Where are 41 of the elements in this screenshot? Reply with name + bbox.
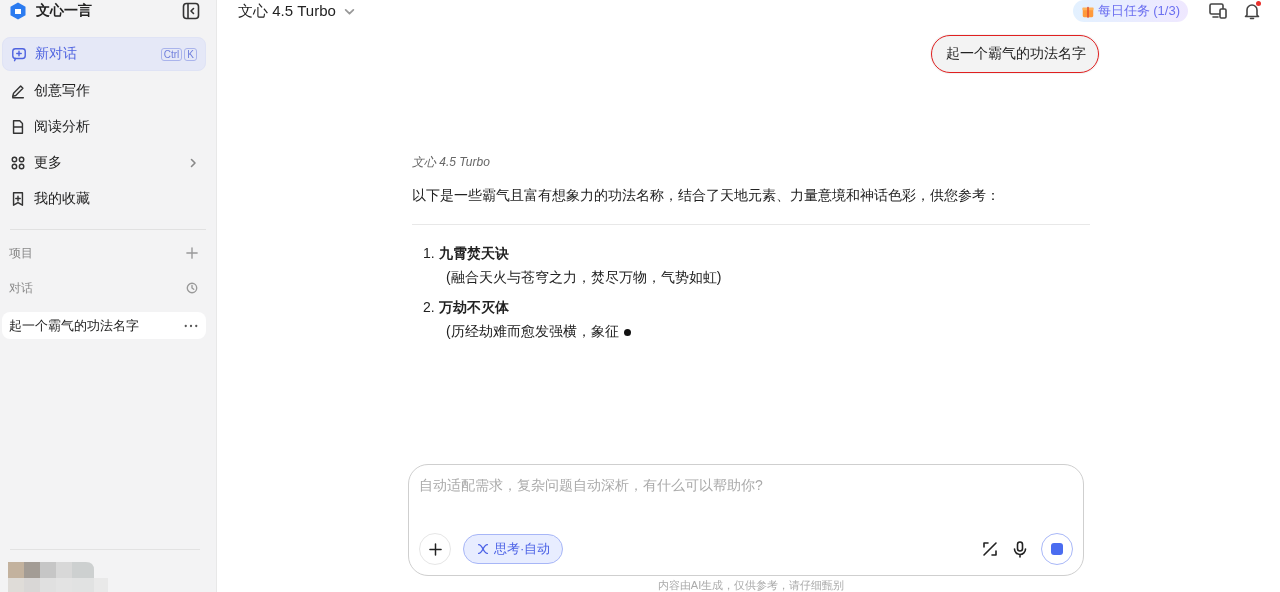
chat-input-box[interactable]: 自动适配需求，复杂问题自动深析，有什么可以帮助你? 思考·自动 [408, 464, 1084, 576]
gift-icon [1080, 4, 1095, 18]
document-icon [10, 119, 26, 135]
bookmark-icon [10, 191, 26, 207]
chat-plus-icon [11, 46, 27, 62]
grid-icon [10, 155, 26, 171]
bell-icon[interactable] [1242, 1, 1262, 21]
more-icon[interactable] [184, 323, 198, 328]
thinking-mode-button[interactable]: 思考·自动 [463, 534, 564, 564]
nav-item[interactable]: 新对话 Ctrl K [2, 37, 206, 71]
stop-icon [1051, 543, 1063, 555]
nav-item[interactable]: 我的收藏 [2, 183, 206, 215]
nav-item[interactable]: 阅读分析 [2, 111, 206, 143]
clock-icon[interactable] [186, 282, 198, 294]
model-label: 文心 4.5 Turbo [412, 154, 491, 171]
nav-item[interactable]: 更多 [2, 147, 206, 179]
brand-name: 文心一言 [36, 2, 92, 20]
list-item-title: 2. 万劫不灭体 [422, 299, 510, 317]
nav-item[interactable]: 创意写作 [2, 75, 206, 107]
user-message: 起一个霸气的功法名字 [930, 34, 1100, 74]
shortcut-key: Ctrl [160, 47, 183, 61]
disclaimer: 内容由AI生成，仅供参考，请仔细甄别 [656, 578, 846, 592]
list-item-title: 1. 九霄焚天诀 [422, 245, 510, 263]
daily-task-badge[interactable]: 每日任务 (1/3) [1072, 0, 1188, 22]
pen-icon [10, 83, 26, 99]
stop-button[interactable] [1041, 533, 1073, 565]
collapse-sidebar-icon[interactable] [182, 2, 200, 20]
slash-icon[interactable] [981, 540, 999, 558]
list-item-note: (历经劫难而愈发强横，象征 [446, 323, 619, 341]
shortcut-key: K [184, 47, 197, 61]
attach-button[interactable] [419, 533, 451, 565]
reply-text: 以下是一些霸气且富有想象力的功法名称，结合了天地元素、力量意境和神话色彩，供您参考： [412, 187, 1001, 205]
section-label: 项目 [9, 244, 33, 262]
section-label: 对话 [9, 279, 33, 297]
chevron-right-icon [188, 158, 198, 168]
plus-icon [428, 542, 442, 556]
conversation-item[interactable]: 起一个霸气的功法名字 [2, 312, 206, 339]
devices-icon[interactable] [1208, 1, 1228, 21]
list-item-note: (融合天火与苍穹之力，焚尽万物，气势如虹) [446, 269, 722, 287]
microphone-icon[interactable] [1011, 540, 1029, 558]
model-selector[interactable]: 文心 4.5 Turbo [238, 1, 355, 21]
